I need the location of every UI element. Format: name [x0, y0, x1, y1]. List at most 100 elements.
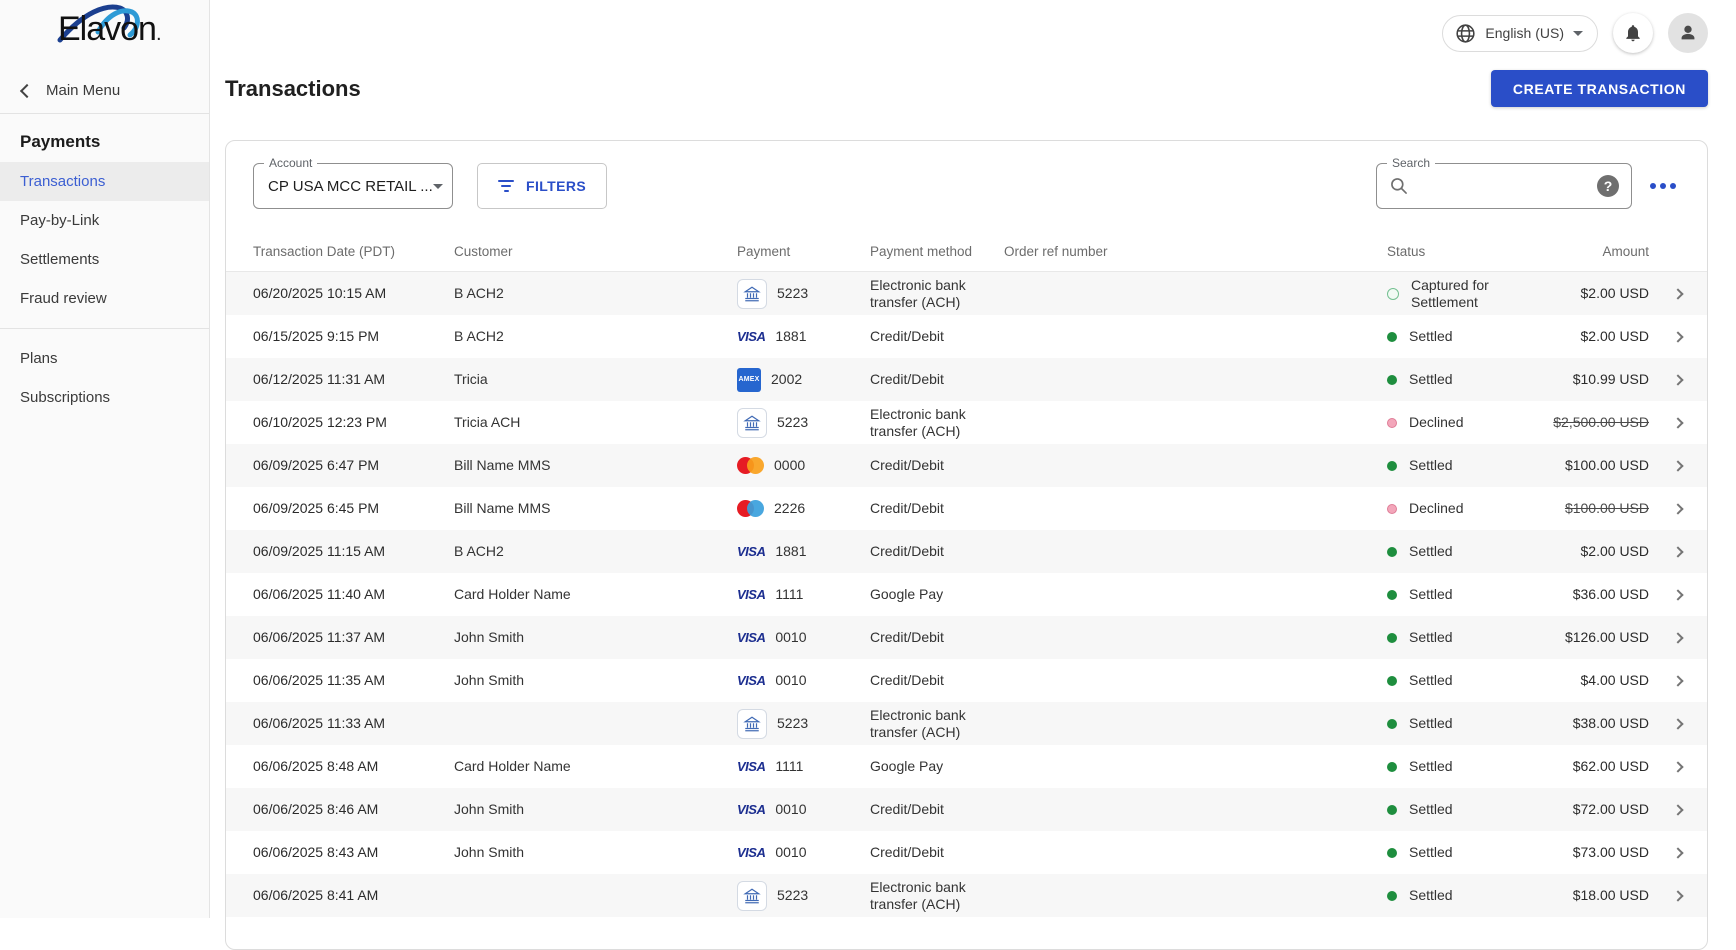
- row-expand-button[interactable]: [1649, 376, 1707, 384]
- visa-icon: VISA: [737, 801, 765, 818]
- table-row[interactable]: 06/10/2025 12:23 PMTricia ACH5223Electro…: [226, 401, 1707, 444]
- table-row[interactable]: 06/06/2025 11:33 AM5223Electronic bank t…: [226, 702, 1707, 745]
- status-dot-icon: [1387, 848, 1397, 858]
- cell-amount: $100.00 USD: [1547, 500, 1649, 517]
- table-row[interactable]: 06/06/2025 11:40 AMCard Holder NameVISA1…: [226, 573, 1707, 616]
- cell-amount: $36.00 USD: [1547, 586, 1649, 603]
- cell-payment: 5223: [737, 279, 870, 309]
- sidebar-item-plans[interactable]: Plans: [0, 339, 209, 378]
- table-row[interactable]: 06/06/2025 11:35 AMJohn SmithVISA0010Cre…: [226, 659, 1707, 702]
- account-value: CP USA MCC RETAIL ...: [268, 178, 433, 195]
- payment-last4: 0000: [774, 457, 805, 474]
- row-expand-button[interactable]: [1649, 419, 1707, 427]
- cell-transaction-date: 06/09/2025 6:45 PM: [253, 500, 454, 517]
- row-expand-button[interactable]: [1649, 677, 1707, 685]
- status-dot-icon: [1387, 332, 1397, 342]
- row-expand-button[interactable]: [1649, 462, 1707, 470]
- row-expand-button[interactable]: [1649, 634, 1707, 642]
- table-row[interactable]: 06/09/2025 11:15 AMB ACH2VISA1881Credit/…: [226, 530, 1707, 573]
- cell-customer: Card Holder Name: [454, 758, 737, 775]
- row-expand-button[interactable]: [1649, 290, 1707, 298]
- cell-transaction-date: 06/06/2025 11:40 AM: [253, 586, 454, 603]
- chevron-right-icon: [1672, 632, 1683, 643]
- cell-amount: $4.00 USD: [1547, 672, 1649, 689]
- globe-icon: [1455, 23, 1476, 44]
- chevron-down-icon: [433, 184, 443, 189]
- table-row[interactable]: 06/12/2025 11:31 AMTriciaAMEX2002Credit/…: [226, 358, 1707, 401]
- cell-payment-method: Credit/Debit: [870, 844, 1004, 861]
- row-expand-button[interactable]: [1649, 849, 1707, 857]
- notifications-button[interactable]: [1613, 13, 1653, 53]
- brand-name: Elavon: [58, 10, 156, 48]
- sidebar-item-fraud-review[interactable]: Fraud review: [0, 279, 209, 318]
- chevron-right-icon: [1672, 460, 1683, 471]
- more-options-button[interactable]: [1650, 183, 1676, 189]
- table-row[interactable]: 06/09/2025 6:47 PMBill Name MMS0000Credi…: [226, 444, 1707, 487]
- chevron-right-icon: [1672, 503, 1683, 514]
- col-payment-method: Payment method: [870, 244, 1004, 259]
- payment-last4: 2002: [771, 371, 802, 388]
- row-expand-button[interactable]: [1649, 720, 1707, 728]
- language-selector[interactable]: English (US): [1442, 15, 1598, 52]
- cell-payment: VISA0010: [737, 844, 870, 861]
- table-row[interactable]: 06/15/2025 9:15 PMB ACH2VISA1881Credit/D…: [226, 315, 1707, 358]
- cell-payment-method: Credit/Debit: [870, 672, 1004, 689]
- sidebar-item-subscriptions[interactable]: Subscriptions: [0, 378, 209, 417]
- create-transaction-button[interactable]: CREATE TRANSACTION: [1491, 70, 1708, 107]
- language-label: English (US): [1485, 25, 1564, 41]
- search-input[interactable]: [1419, 177, 1587, 196]
- chevron-right-icon: [1672, 675, 1683, 686]
- sidebar-item-transactions[interactable]: Transactions: [0, 162, 209, 201]
- payment-last4: 5223: [777, 414, 808, 431]
- help-icon[interactable]: ?: [1597, 175, 1619, 197]
- payment-last4: 5223: [777, 887, 808, 904]
- status-label: Settled: [1409, 844, 1453, 861]
- cell-status: Settled: [1387, 801, 1547, 818]
- cell-status: Declined: [1387, 414, 1547, 431]
- cell-transaction-date: 06/09/2025 11:15 AM: [253, 543, 454, 560]
- page-title: Transactions: [225, 76, 361, 102]
- bank-icon: [737, 279, 767, 309]
- row-expand-button[interactable]: [1649, 806, 1707, 814]
- cell-amount: $18.00 USD: [1547, 887, 1649, 904]
- filter-row: Account CP USA MCC RETAIL ... FILTERS Se…: [226, 141, 1707, 209]
- table-row[interactable]: 06/06/2025 8:48 AMCard Holder NameVISA11…: [226, 745, 1707, 788]
- user-avatar[interactable]: [1668, 13, 1708, 53]
- cell-status: Settled: [1387, 887, 1547, 904]
- status-label: Settled: [1409, 328, 1453, 345]
- status-dot-icon: [1387, 547, 1397, 557]
- row-expand-button[interactable]: [1649, 763, 1707, 771]
- payment-last4: 5223: [777, 715, 808, 732]
- status-label: Settled: [1409, 543, 1453, 560]
- sidebar-item-settlements[interactable]: Settlements: [0, 240, 209, 279]
- table-row[interactable]: 06/06/2025 11:37 AMJohn SmithVISA0010Cre…: [226, 616, 1707, 659]
- row-expand-button[interactable]: [1649, 892, 1707, 900]
- cell-transaction-date: 06/06/2025 11:35 AM: [253, 672, 454, 689]
- table-row[interactable]: 06/06/2025 8:46 AMJohn SmithVISA0010Cred…: [226, 788, 1707, 831]
- cell-status: Settled: [1387, 758, 1547, 775]
- visa-icon: VISA: [737, 543, 765, 560]
- payment-last4: 1881: [775, 328, 806, 345]
- row-expand-button[interactable]: [1649, 591, 1707, 599]
- brand-logo: Elavon.: [0, 0, 209, 72]
- cell-status: Settled: [1387, 629, 1547, 646]
- table-row[interactable]: 06/09/2025 6:45 PMBill Name MMS2226Credi…: [226, 487, 1707, 530]
- row-expand-button[interactable]: [1649, 505, 1707, 513]
- cell-transaction-date: 06/10/2025 12:23 PM: [253, 414, 454, 431]
- cell-payment-method: Google Pay: [870, 586, 1004, 603]
- search-box[interactable]: Search ?: [1376, 163, 1632, 209]
- sidebar-item-pay-by-link[interactable]: Pay-by-Link: [0, 201, 209, 240]
- table-row[interactable]: 06/06/2025 8:41 AM5223Electronic bank tr…: [226, 874, 1707, 917]
- table-row[interactable]: 06/06/2025 8:43 AMJohn SmithVISA0010Cred…: [226, 831, 1707, 874]
- row-expand-button[interactable]: [1649, 548, 1707, 556]
- table-header: Transaction Date (PDT) Customer Payment …: [226, 232, 1707, 272]
- account-select[interactable]: Account CP USA MCC RETAIL ...: [253, 163, 453, 209]
- payment-last4: 2226: [774, 500, 805, 517]
- cell-transaction-date: 06/20/2025 10:15 AM: [253, 285, 454, 302]
- cell-payment-method: Electronic bank transfer (ACH): [870, 277, 1004, 311]
- cell-payment-method: Credit/Debit: [870, 371, 1004, 388]
- row-expand-button[interactable]: [1649, 333, 1707, 341]
- filters-button[interactable]: FILTERS: [477, 163, 607, 209]
- main-menu-back[interactable]: Main Menu: [0, 72, 209, 113]
- table-row[interactable]: 06/20/2025 10:15 AMB ACH25223Electronic …: [226, 272, 1707, 315]
